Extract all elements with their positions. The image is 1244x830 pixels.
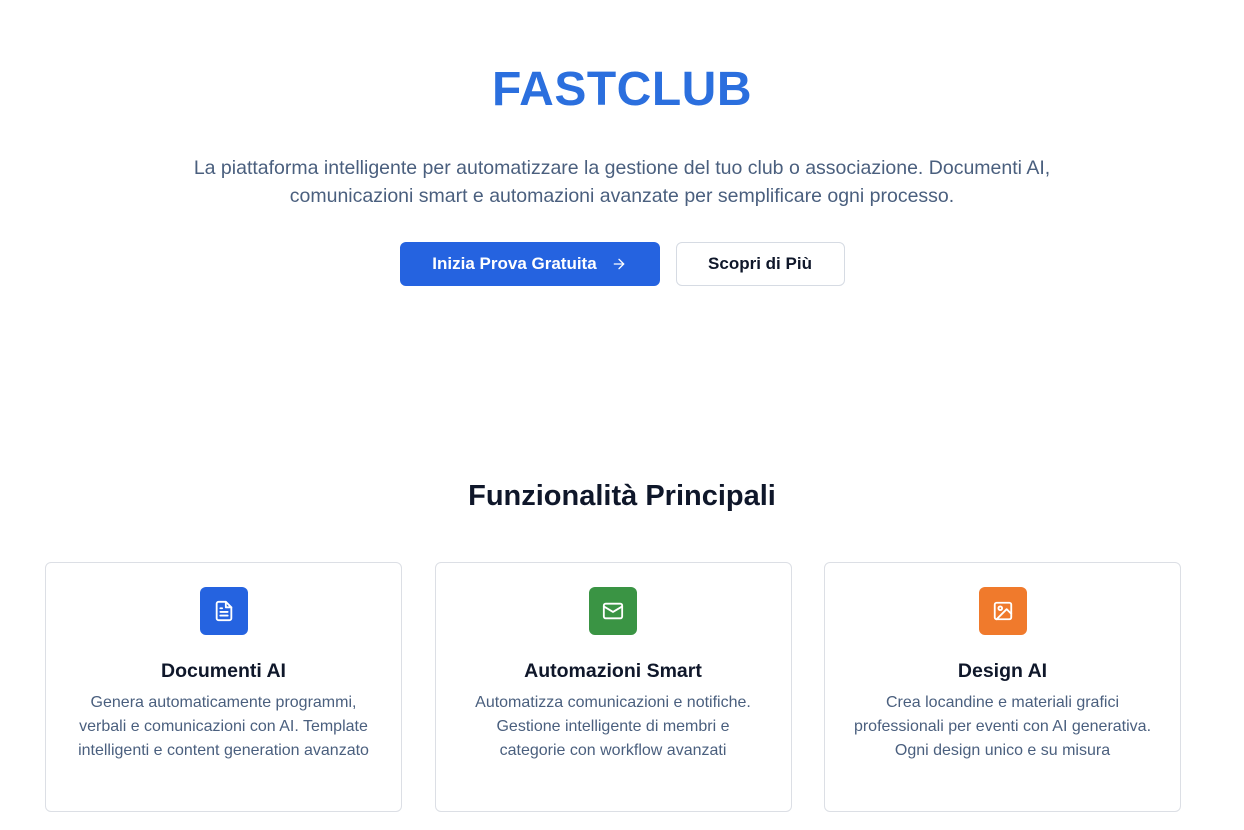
- feature-title: Automazioni Smart: [524, 660, 702, 682]
- feature-icon-badge: [589, 587, 637, 635]
- start-free-trial-button[interactable]: Inizia Prova Gratuita: [399, 242, 660, 286]
- brand-title: FASTCLUB: [492, 63, 752, 116]
- feature-icon-badge: [199, 587, 248, 635]
- hero-tagline: La piattaforma intelligente per automati…: [193, 157, 1051, 207]
- feature-title: Documenti AI: [161, 660, 286, 682]
- cta-row: Inizia Prova Gratuita Scopri di Più: [0, 242, 1244, 286]
- landing-page: FASTCLUB La piattaforma intelligente per…: [0, 0, 1244, 830]
- feature-card-automazioni-smart: Automazioni Smart Automatizza comunicazi…: [434, 562, 792, 812]
- image-icon: [993, 601, 1012, 621]
- arrow-right-icon: [613, 258, 625, 270]
- feature-description: Crea locandine e materiali grafici profe…: [853, 694, 1152, 759]
- learn-more-button[interactable]: Scopri di Più: [675, 242, 845, 286]
- mail-icon: [602, 602, 624, 620]
- feature-icon-badge: [978, 587, 1027, 635]
- features-grid: Documenti AI Genera automaticamente prog…: [45, 562, 1181, 812]
- features-section-title: Funzionalità Principali: [468, 480, 776, 512]
- feature-title: Design AI: [957, 660, 1048, 682]
- feature-card-design-ai: Design AI Crea locandine e materiali gra…: [824, 562, 1181, 812]
- feature-card-documenti-ai: Documenti AI Genera automaticamente prog…: [45, 562, 402, 812]
- start-free-trial-label: Inizia Prova Gratuita: [432, 254, 597, 273]
- document-icon: [215, 600, 232, 622]
- feature-description: Automatizza comunicazioni e notifiche. G…: [475, 694, 751, 759]
- feature-description: Genera automaticamente programmi, verbal…: [78, 694, 369, 759]
